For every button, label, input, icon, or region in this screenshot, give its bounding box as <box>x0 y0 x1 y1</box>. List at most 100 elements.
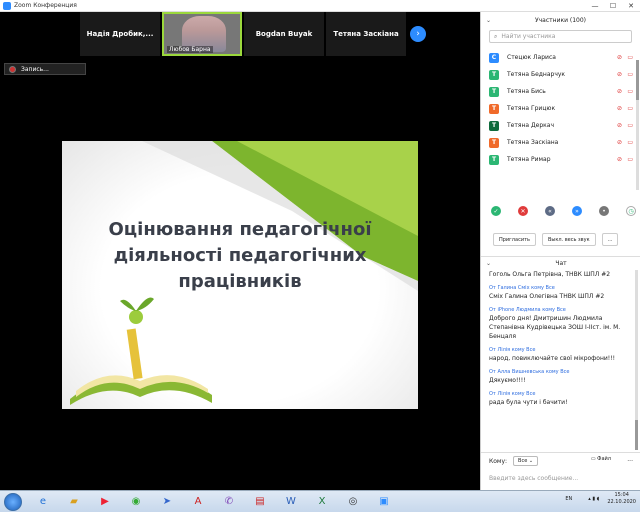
no-icon[interactable]: ✕ <box>518 206 528 216</box>
chat-message-sender[interactable]: От Лілія кому Все <box>489 390 625 398</box>
chat-message: От iPhone Людмила кому Все Доброго дня! Д… <box>481 306 633 341</box>
mic-muted-icon[interactable]: ⊘ <box>617 71 622 78</box>
participant-tile[interactable]: Надія Дробик,... <box>80 12 160 56</box>
video-off-icon[interactable]: ▭ <box>627 139 633 146</box>
window-title: Zoom Конференция <box>14 2 77 9</box>
recording-indicator[interactable]: Запись... <box>4 63 86 75</box>
video-off-icon[interactable]: ▭ <box>627 88 633 95</box>
chat-message-text: Сміх Галина Олегівна ТНВК ШПЛ #2 <box>489 293 605 300</box>
recipient-label: Кому: <box>489 457 508 465</box>
video-off-icon[interactable]: ▭ <box>627 105 633 112</box>
zoom-logo-icon <box>3 1 11 10</box>
avatar: Т <box>489 69 499 80</box>
mic-muted-icon[interactable]: ⊘ <box>617 54 622 61</box>
folder-icon[interactable]: ▰ <box>63 493 85 511</box>
system-tray: EN ▴ ▮ ◖ 15:04 22.10.2020 <box>565 492 636 506</box>
chat-message-sender[interactable]: От Галина Сміх кому Все <box>489 284 625 292</box>
participant-tile[interactable]: Bogdan Buyak <box>244 12 324 56</box>
mute-all-button[interactable]: Выкл. весь звук <box>541 233 596 246</box>
chat-scrollbar[interactable] <box>635 270 638 450</box>
participant-name: Тетяна Грицюк <box>507 105 556 112</box>
shared-slide: Оцінювання педагогічної діяльності педаг… <box>62 141 418 409</box>
word-icon[interactable]: W <box>280 493 302 511</box>
participant-video-tile[interactable]: Любов Барна <box>162 12 242 56</box>
more-button[interactable]: ... <box>601 233 619 246</box>
close-button[interactable]: ✕ <box>622 0 640 12</box>
chat-message: От Галина Сміх кому Все Сміх Галина Олегі… <box>481 284 633 301</box>
participant-name: Стецюк Лариса <box>507 54 556 61</box>
camera-icon[interactable]: ◎ <box>342 493 364 511</box>
participants-scrollbar[interactable] <box>636 60 639 190</box>
tray-icons[interactable]: ▴ ▮ ◖ <box>588 496 599 502</box>
zoom-taskbar-icon[interactable]: ▣ <box>373 493 395 511</box>
chat-messages: Гоголь Ольга Петрівна, ТНВК ШПЛ #2 От Гал… <box>481 270 633 450</box>
participant-row[interactable]: Т Тетяна Грицюк ⊘ ▭ <box>481 100 640 117</box>
participants-header: ⌄ Участники (100) <box>481 12 640 28</box>
chat-header: ⌄ Чат <box>481 256 640 270</box>
video-off-icon[interactable]: ▭ <box>627 156 633 163</box>
mic-muted-icon[interactable]: ⊘ <box>617 122 622 129</box>
go-slower-icon[interactable]: « <box>545 206 555 216</box>
slide-title-line1: Оцінювання педагогічної <box>108 219 372 240</box>
telegram-icon[interactable]: ➤ <box>156 493 178 511</box>
chat-message-text: Доброго дня! Дмитришин Людмила Степанівн… <box>489 315 621 340</box>
chat-message: От Лілія кому Все народ, повиключайте сво… <box>481 346 633 363</box>
mic-muted-icon[interactable]: ⊘ <box>617 105 622 112</box>
maximize-button[interactable]: ☐ <box>604 0 622 12</box>
acrobat-icon[interactable]: A <box>187 493 209 511</box>
chrome-icon[interactable]: ◉ <box>125 493 147 511</box>
mic-muted-icon[interactable]: ⊘ <box>617 139 622 146</box>
reaction-controls: ✓ ✕ « » • ◷ <box>491 206 636 216</box>
participant-row[interactable]: Т Тетяна Бись ⊘ ▭ <box>481 83 640 100</box>
avatar: Т <box>489 137 499 148</box>
chat-more-button[interactable]: ... <box>627 456 633 463</box>
chat-message-sender[interactable]: От iPhone Людмила кому Все <box>489 306 625 314</box>
clock-date: 22.10.2020 <box>607 499 636 505</box>
go-faster-icon[interactable]: » <box>572 206 582 216</box>
file-button[interactable]: ▭ Файл <box>591 456 611 462</box>
taskbar: e ▰ ▶ ◉ ➤ A ✆ ▤ W X ◎ ▣ EN ▴ ▮ ◖ 15:04 2… <box>0 490 640 512</box>
video-off-icon[interactable]: ▭ <box>627 71 633 78</box>
tile-name: Тетяна Заскіана <box>333 30 399 38</box>
avatar: С <box>489 52 499 63</box>
participant-row[interactable]: Т Тетяна Заскіана ⊘ ▭ <box>481 134 640 151</box>
video-off-icon[interactable]: ▭ <box>627 54 633 61</box>
media-player-icon[interactable]: ▶ <box>94 493 116 511</box>
chat-compose: Кому: Все ⌄ ▭ Файл ... Введите здесь соо… <box>481 452 640 490</box>
clear-icon[interactable]: ◷ <box>626 206 636 216</box>
chat-message-text: Гоголь Ольга Петрівна, ТНВК ШПЛ #2 <box>489 271 611 278</box>
minimize-button[interactable]: — <box>586 0 604 12</box>
participant-row[interactable]: С Стецюк Лариса ⊘ ▭ <box>481 49 640 66</box>
participant-search-input[interactable]: ⌕ Найти участника <box>489 30 632 43</box>
mic-muted-icon[interactable]: ⊘ <box>617 88 622 95</box>
presentation-icon[interactable]: ▤ <box>249 493 271 511</box>
participant-row[interactable]: Т Тетяна Деркач ⊘ ▭ <box>481 117 640 134</box>
viber-icon[interactable]: ✆ <box>218 493 240 511</box>
participant-row[interactable]: Т Тетяна Беднарчук ⊘ ▭ <box>481 66 640 83</box>
participant-row[interactable]: Т Тетяна Римар ⊘ ▭ <box>481 151 640 168</box>
participant-name: Тетяна Бись <box>507 88 546 95</box>
chevron-down-icon[interactable]: ⌄ <box>486 260 491 267</box>
chat-message-text: рада була чути і бачити! <box>489 399 568 406</box>
video-off-icon[interactable]: ▭ <box>627 122 633 129</box>
mic-muted-icon[interactable]: ⊘ <box>617 156 622 163</box>
chat-message-sender[interactable]: От Лілія кому Все <box>489 346 625 354</box>
participants-title: Участники (100) <box>534 16 587 24</box>
yes-icon[interactable]: ✓ <box>491 206 501 216</box>
participant-list: С Стецюк Лариса ⊘ ▭ Т Тетяна Беднарчук ⊘ ▭ Т Тетя… <box>481 49 640 168</box>
clock[interactable]: 15:04 22.10.2020 <box>607 492 636 506</box>
next-page-button[interactable]: › <box>410 26 426 42</box>
participant-name: Тетяна Беднарчук <box>507 71 566 78</box>
excel-icon[interactable]: X <box>311 493 333 511</box>
chat-input[interactable]: Введите здесь сообщение... <box>489 475 578 482</box>
language-indicator[interactable]: EN <box>565 496 572 502</box>
participant-tile[interactable]: Тетяна Заскіана <box>326 12 406 56</box>
chevron-down-icon[interactable]: ⌄ <box>486 17 491 24</box>
invite-button[interactable]: Пригласить <box>493 233 536 246</box>
recipient-select[interactable]: Все ⌄ <box>513 456 539 466</box>
ie-icon[interactable]: e <box>32 493 54 511</box>
more-reactions-icon[interactable]: • <box>599 206 609 216</box>
start-button[interactable] <box>4 492 22 511</box>
chat-message-sender[interactable]: От Алла Вишневська кому Все <box>489 368 625 376</box>
chevron-right-icon: › <box>416 29 420 39</box>
